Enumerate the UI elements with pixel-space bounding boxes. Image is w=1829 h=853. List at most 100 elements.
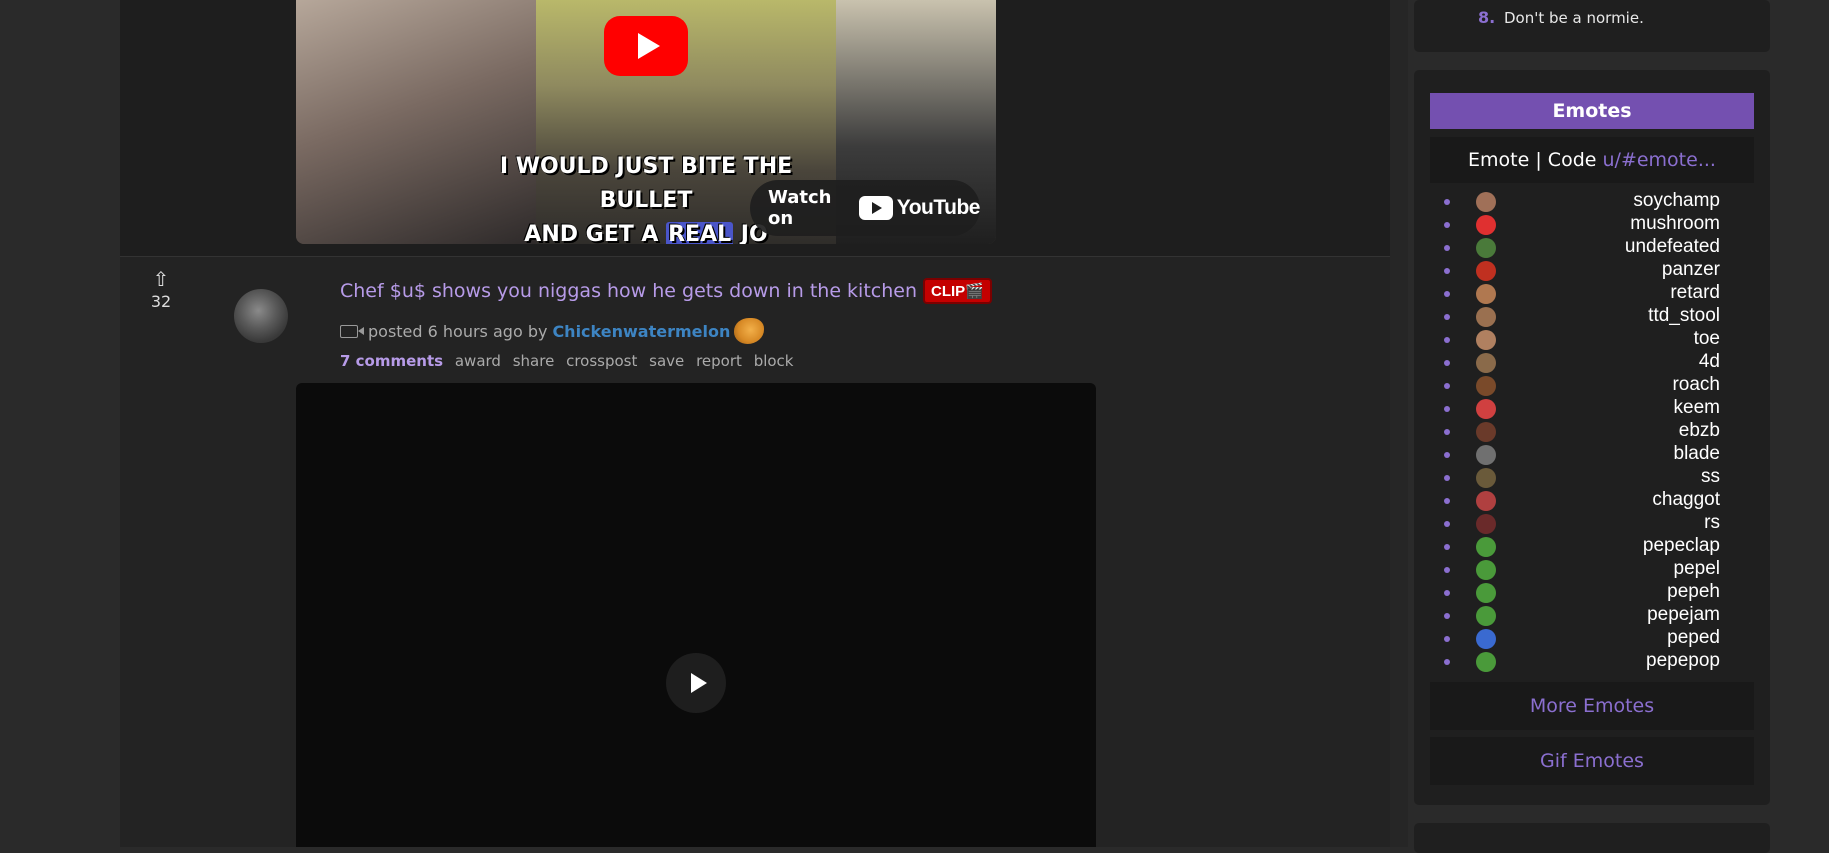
- emotes-header: Emotes: [1430, 93, 1754, 129]
- clip-flair-badge: CLIP🎬: [923, 278, 992, 304]
- emote-name: pepejam: [1647, 604, 1720, 625]
- previous-post: I WOULD JUST BITE THE BULLET AND GET A R…: [120, 0, 1390, 257]
- emote-list: soychamp mushroom undefeated panzer retard tt…: [1430, 190, 1754, 673]
- watch-on-youtube-button[interactable]: Watch on YouTube: [750, 180, 981, 236]
- share-button[interactable]: share: [513, 352, 555, 370]
- emote-icon: [1476, 491, 1496, 511]
- emote-item: roach: [1430, 374, 1754, 397]
- bullet-icon: [1444, 199, 1450, 205]
- emote-name: ttd_stool: [1648, 305, 1720, 326]
- upvote-arrow-icon[interactable]: ⇧: [140, 268, 182, 290]
- emote-item: panzer: [1430, 259, 1754, 282]
- bullet-icon: [1444, 636, 1450, 642]
- emote-item: mushroom: [1430, 213, 1754, 236]
- bullet-icon: [1444, 406, 1450, 412]
- video-camera-icon: [340, 324, 364, 338]
- play-icon[interactable]: [666, 653, 726, 713]
- save-button[interactable]: save: [649, 352, 684, 370]
- emote-icon: [1476, 215, 1496, 235]
- bullet-icon: [1444, 314, 1450, 320]
- emote-icon: [1476, 537, 1496, 557]
- bullet-icon: [1444, 452, 1450, 458]
- emote-icon: [1476, 284, 1496, 304]
- award-button[interactable]: award: [455, 352, 501, 370]
- emote-icon: [1476, 353, 1496, 373]
- emote-item: pepel: [1430, 558, 1754, 581]
- youtube-logo-icon: [858, 196, 893, 220]
- post-thumbnail[interactable]: [234, 289, 288, 343]
- bullet-icon: [1444, 337, 1450, 343]
- video-player[interactable]: [296, 383, 1096, 847]
- emote-name: roach: [1672, 374, 1720, 395]
- posted-time: posted 6 hours ago by: [368, 321, 548, 341]
- bullet-icon: [1444, 268, 1450, 274]
- emote-item: pepeclap: [1430, 535, 1754, 558]
- rules-card: 8. Don't be a normie.: [1414, 0, 1770, 52]
- emote-item: pepepop: [1430, 650, 1754, 673]
- emote-code-link[interactable]: u/#emote...: [1603, 149, 1716, 171]
- bullet-icon: [1444, 291, 1450, 297]
- chicken-drumstick-icon: [734, 318, 765, 344]
- emote-code-label: Emote | Code: [1468, 149, 1603, 171]
- bullet-icon: [1444, 429, 1450, 435]
- emote-item: peped: [1430, 627, 1754, 650]
- emote-name: pepepop: [1646, 650, 1720, 671]
- emote-name: keem: [1673, 397, 1720, 418]
- emote-icon: [1476, 560, 1496, 580]
- youtube-logo: YouTube: [858, 196, 981, 220]
- bullet-icon: [1444, 567, 1450, 573]
- bullet-icon: [1444, 383, 1450, 389]
- youtube-embed[interactable]: I WOULD JUST BITE THE BULLET AND GET A R…: [296, 0, 996, 244]
- bullet-icon: [1444, 475, 1450, 481]
- emote-item: toe: [1430, 328, 1754, 351]
- bullet-icon: [1444, 360, 1450, 366]
- comments-link[interactable]: 7 comments: [340, 352, 443, 370]
- crosspost-button[interactable]: crosspost: [566, 352, 637, 370]
- left-gutter: [0, 0, 120, 847]
- emote-name: rs: [1704, 512, 1720, 533]
- vote-box: ⇧ 32: [140, 268, 182, 311]
- author-link[interactable]: Chickenwatermelon: [552, 322, 730, 341]
- gif-emotes-button[interactable]: Gif Emotes: [1430, 737, 1754, 785]
- post-title-text[interactable]: Chef $u$ shows you niggas how he gets do…: [340, 280, 917, 302]
- bullet-icon: [1444, 544, 1450, 550]
- emote-item: ttd_stool: [1430, 305, 1754, 328]
- emote-item: pepeh: [1430, 581, 1754, 604]
- emote-icon: [1476, 606, 1496, 626]
- emote-icon: [1476, 445, 1496, 465]
- emote-icon: [1476, 468, 1496, 488]
- youtube-logo-text: YouTube: [896, 196, 981, 219]
- emote-item: rs: [1430, 512, 1754, 535]
- emote-name: toe: [1693, 328, 1720, 349]
- emote-icon: [1476, 514, 1496, 534]
- emote-item: chaggot: [1430, 489, 1754, 512]
- bullet-icon: [1444, 521, 1450, 527]
- post-title[interactable]: Chef $u$ shows you niggas how he gets do…: [340, 278, 992, 304]
- emote-name: pepeh: [1667, 581, 1720, 602]
- block-button[interactable]: block: [754, 352, 794, 370]
- emote-name: panzer: [1661, 259, 1720, 280]
- youtube-play-icon[interactable]: [604, 16, 688, 76]
- emote-icon: [1476, 629, 1496, 649]
- emote-item: soychamp: [1430, 190, 1754, 213]
- emote-item: ss: [1430, 466, 1754, 489]
- emote-item: retard: [1430, 282, 1754, 305]
- emote-name: ebzb: [1678, 420, 1720, 441]
- report-button[interactable]: report: [696, 352, 742, 370]
- more-emotes-button[interactable]: More Emotes: [1430, 682, 1754, 730]
- emote-name: pepel: [1673, 558, 1721, 579]
- rule-number: 8.: [1478, 8, 1496, 27]
- emote-item: pepejam: [1430, 604, 1754, 627]
- emote-name: soychamp: [1633, 190, 1720, 211]
- caption-pre: AND GET A: [524, 222, 659, 244]
- next-sidebar-card: [1414, 823, 1770, 853]
- emote-name: 4d: [1698, 351, 1720, 372]
- emote-name: blade: [1673, 443, 1721, 464]
- emote-name: chaggot: [1652, 489, 1720, 510]
- emote-name: peped: [1667, 627, 1720, 648]
- emote-item: 4d: [1430, 351, 1754, 374]
- bullet-icon: [1444, 222, 1450, 228]
- bullet-icon: [1444, 498, 1450, 504]
- emote-icon: [1476, 238, 1496, 258]
- bullet-icon: [1444, 245, 1450, 251]
